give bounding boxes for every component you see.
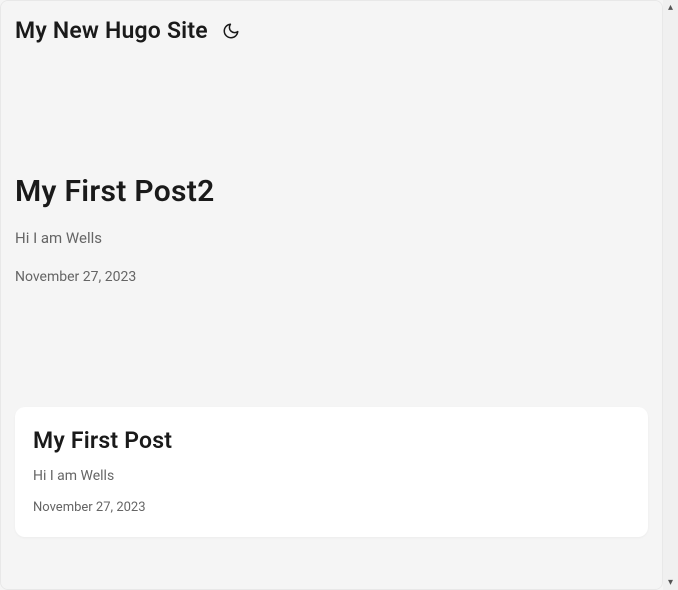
featured-post-summary: Hi I am Wells <box>15 229 648 247</box>
post-list: My First Post Hi I am Wells November 27,… <box>1 325 662 557</box>
featured-post-title: My First Post2 <box>15 174 648 209</box>
page-wrapper: My New Hugo Site My First Post2 Hi I am … <box>0 0 663 590</box>
scrollbar-track[interactable]: ▴ ▾ <box>663 0 678 590</box>
site-footer: © 2023 My New Hugo Site Powered by Hugo … <box>1 557 662 590</box>
moon-icon <box>222 22 240 40</box>
featured-post: My First Post2 Hi I am Wells November 27… <box>1 64 662 325</box>
site-title-link[interactable]: My New Hugo Site <box>15 17 208 44</box>
featured-post-date: November 27, 2023 <box>15 269 648 285</box>
scroll-down-icon[interactable]: ▾ <box>663 575 678 590</box>
site-header: My New Hugo Site <box>1 1 662 64</box>
post-card[interactable]: My First Post Hi I am Wells November 27,… <box>15 407 648 537</box>
post-card-date: November 27, 2023 <box>33 500 630 515</box>
scroll-up-icon[interactable]: ▴ <box>663 0 678 15</box>
post-card-title: My First Post <box>33 427 630 454</box>
post-card-summary: Hi I am Wells <box>33 468 630 484</box>
theme-toggle-button[interactable] <box>222 22 240 40</box>
